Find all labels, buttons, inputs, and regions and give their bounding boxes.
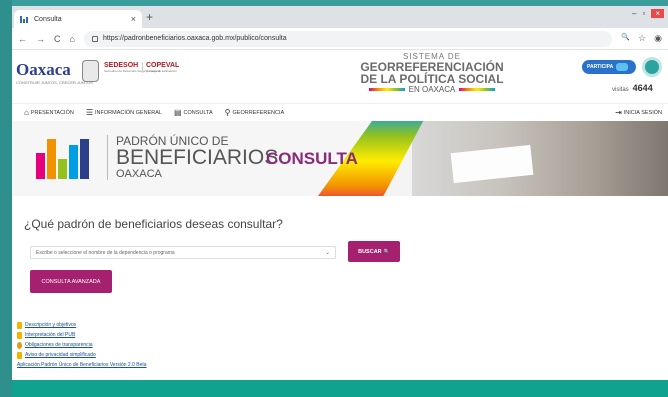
georeferencing-title: SISTEMA DE GEORREFERENCIACIÓN DE LA POLÍ… xyxy=(352,52,512,94)
page-question: ¿Qué padrón de beneficiarios deseas cons… xyxy=(24,217,283,231)
search-icon: 🔍 xyxy=(383,248,390,255)
tab-bar: Consulta × + – ▫ × xyxy=(12,6,668,28)
nav-item-georreferencia[interactable]: ⚲ GEORREFERENCIA xyxy=(225,108,285,117)
visit-counter: visitas 4644 xyxy=(612,83,653,93)
buscar-button[interactable]: BUSCAR 🔍 xyxy=(348,241,400,262)
hero-banner: PADRÓN ÚNICO DE BENEFICIARIOS OAXACA CON… xyxy=(12,121,668,196)
close-window-button[interactable]: × xyxy=(651,9,664,18)
banner-title: PADRÓN ÚNICO DE BENEFICIARIOS OAXACA xyxy=(107,135,278,180)
lock-icon xyxy=(91,35,98,42)
maximize-button[interactable]: ▫ xyxy=(642,9,645,18)
link-interpretacion[interactable]: Interpretación del PUB xyxy=(17,330,147,340)
select-placeholder: Escribe o seleccione el nombre de la dep… xyxy=(36,249,175,256)
banner-line2: BENEFICIARIOS xyxy=(116,146,279,169)
buscar-label: BUSCAR xyxy=(358,248,382,255)
main-nav: ⌂ PRESENTACIÓN ☰ INFORMACIÓN GENERAL ▤ C… xyxy=(12,104,668,121)
chat-bubble-icon xyxy=(616,63,629,71)
back-button[interactable]: ← xyxy=(18,34,27,44)
coepeval-logo: COPEVAL Consejo de Evaluación xyxy=(142,62,179,73)
visitas-count: 4644 xyxy=(632,83,653,93)
link-version[interactable]: Aplicación Padrón Único de Beneficiarios… xyxy=(17,360,147,370)
nav-label: PRESENTACIÓN xyxy=(30,109,74,116)
chat-circle-button[interactable] xyxy=(642,57,662,77)
nav-label: CONSULTA xyxy=(183,109,213,116)
sedesoh-text: SEDESOH xyxy=(104,62,139,69)
coepeval-sub: Consejo de Evaluación xyxy=(146,69,177,73)
site-footer xyxy=(12,380,668,397)
link-label: Aplicación Padrón Único de Beneficiarios… xyxy=(17,362,147,368)
nav-item-consulta[interactable]: ▤ CONSULTA xyxy=(174,108,213,117)
sign-in-icon: ⇥ xyxy=(615,108,622,117)
tab-title: Consulta xyxy=(34,15,62,23)
window-controls: – ▫ × xyxy=(632,9,664,18)
people-icon xyxy=(17,341,22,349)
login-link[interactable]: ⇥ INICIA SESIÓN xyxy=(615,108,662,117)
state-seal-icon xyxy=(82,60,99,82)
info-icon xyxy=(17,351,22,359)
tab-close-icon[interactable]: × xyxy=(131,14,136,24)
participa-button[interactable]: PARTICIPA xyxy=(582,60,636,74)
browser-window: Consulta × + – ▫ × ← → C ⌂ https://padro… xyxy=(12,6,668,397)
reload-button[interactable]: C xyxy=(54,34,61,44)
list-icon: ☰ xyxy=(85,108,94,117)
link-label: Aviso de privacidad simplificado xyxy=(25,352,96,358)
bookmark-star-icon[interactable]: ☆ xyxy=(638,33,646,44)
rainbow-bar xyxy=(368,88,405,91)
link-privacidad[interactable]: Aviso de privacidad simplificado xyxy=(17,350,147,360)
url-field[interactable]: https://padronbeneficiarios.oaxaca.gob.m… xyxy=(83,30,613,47)
minimize-button[interactable]: – xyxy=(632,9,636,18)
padron-unico-logo-icon xyxy=(36,139,89,179)
info-links: Descripción y objetivos Interpretación d… xyxy=(17,320,147,370)
nav-label: GEORREFERENCIA xyxy=(232,109,285,116)
link-label: Interpretación del PUB xyxy=(25,332,76,338)
oaxaca-logo-text: Oaxaca xyxy=(16,60,71,79)
info-icon xyxy=(17,321,22,329)
new-tab-button[interactable]: + xyxy=(146,10,153,24)
address-bar: ← → C ⌂ https://padronbeneficiarios.oaxa… xyxy=(12,28,668,50)
document-icon xyxy=(17,331,22,339)
nav-item-informacion[interactable]: ☰ INFORMACIÓN GENERAL xyxy=(86,108,162,117)
banner-consulta: CONSULTA xyxy=(266,149,358,168)
home-button[interactable]: ⌂ xyxy=(70,34,75,44)
consulta-avanzada-button[interactable]: CONSULTA AVANZADA xyxy=(30,270,112,293)
login-label: INICIA SESIÓN xyxy=(623,109,662,116)
chevron-down-icon: ⌄ xyxy=(324,250,330,256)
oaxaca-logo-sub: CONSTRUIR JUNTOS, CRECER JUNTOS xyxy=(16,80,93,85)
georef-line4: EN OAXACA xyxy=(408,85,456,94)
database-icon: ▤ xyxy=(173,108,182,117)
georef-line3: DE LA POLÍTICA SOCIAL xyxy=(360,72,504,86)
georef-line4-wrap: EN OAXACA xyxy=(352,85,512,94)
url-text: https://padronbeneficiarios.oaxaca.gob.m… xyxy=(102,35,287,42)
zoom-icon[interactable]: 🔍 xyxy=(621,33,630,44)
link-label: Obligaciones de transparencia xyxy=(25,342,93,348)
link-transparencia[interactable]: Obligaciones de transparencia xyxy=(17,340,147,350)
home-icon: ⌂ xyxy=(24,108,29,117)
dependencia-select[interactable]: Escribe o seleccione el nombre de la dep… xyxy=(30,246,336,259)
rainbow-bar xyxy=(459,88,496,91)
forward-button[interactable]: → xyxy=(36,34,45,44)
nav-item-presentacion[interactable]: ⌂ PRESENTACIÓN xyxy=(24,108,74,117)
site-header: Oaxaca CONSTRUIR JUNTOS, CRECER JUNTOS S… xyxy=(12,50,668,104)
map-pin-icon: ⚲ xyxy=(224,108,231,117)
visitas-label: visitas xyxy=(612,87,629,93)
link-label: Descripción y objetivos xyxy=(25,322,77,328)
link-descripcion[interactable]: Descripción y objetivos xyxy=(17,320,147,330)
desktop-background xyxy=(0,0,12,397)
favicon-icon xyxy=(20,15,29,23)
coepeval-text: COPEVAL xyxy=(146,62,180,69)
profile-icon[interactable]: ◉ xyxy=(654,33,662,44)
participa-label: PARTICIPA xyxy=(587,64,614,70)
nav-label: INFORMACIÓN GENERAL xyxy=(95,109,162,116)
tab-consulta[interactable]: Consulta × xyxy=(14,10,142,28)
banner-line3: OAXACA xyxy=(116,168,162,180)
